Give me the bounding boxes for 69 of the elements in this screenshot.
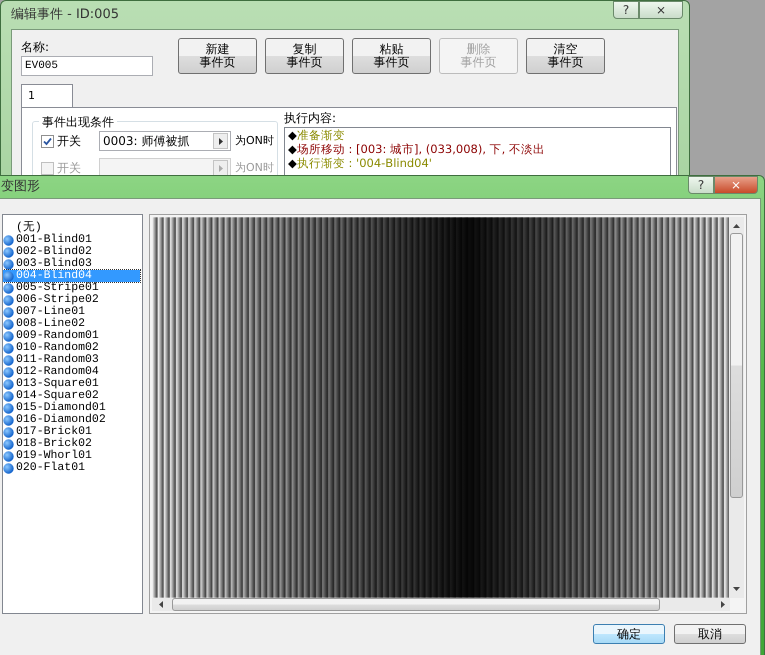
sphere-icon [3,402,14,414]
bullet-marker: ◆ [288,142,297,156]
sphere-icon [3,450,14,462]
sphere-icon [3,462,14,474]
list-item[interactable]: 016-Diamond02 [3,414,140,426]
list-item[interactable]: 014-Square02 [3,390,140,402]
sphere-icon [3,258,14,270]
sphere-icon [3,438,14,450]
list-item[interactable]: 015-Diamond01 [3,402,140,414]
sphere-icon [3,342,14,354]
sphere-icon [3,330,14,342]
scroll-thumb[interactable] [730,233,743,498]
list-item[interactable]: 005-Stripe01 [3,282,140,294]
help-button[interactable]: ? [688,176,714,194]
dialog-button[interactable]: 取消 [674,624,746,644]
command-line[interactable]: 场所移动 : [003: 城市], (033,008), 下, 不淡出 [296,142,545,156]
scroll-up-icon[interactable] [732,223,741,229]
sphere-icon [3,366,14,378]
list-item[interactable]: 002-Blind02 [3,246,140,258]
list-item[interactable]: 013-Square01 [3,378,140,390]
window-title: 编辑事件 - ID:005 [11,6,119,24]
sphere-icon [3,270,14,282]
sphere-icon [3,414,14,426]
list-item[interactable]: 007-Line01 [3,306,140,318]
list-item[interactable]: 018-Brick02 [3,438,140,450]
list-item[interactable]: 008-Line02 [3,318,140,330]
bullet-marker: ◆ [288,128,297,142]
list-item[interactable]: 001-Blind01 [3,234,140,246]
sphere-icon [3,246,14,258]
horizontal-scrollbar[interactable] [152,598,730,611]
bullet-marker: ◆ [288,156,297,170]
condition-suffix: 为ON时 [235,160,274,176]
list-item[interactable]: (无) [3,222,140,234]
condition-suffix: 为ON时 [235,132,274,149]
command-line[interactable]: 执行渐变 : '004-Blind04' [296,156,432,170]
checkbox-label: 开关 [57,133,82,150]
list-item[interactable]: 003-Blind03 [3,258,140,270]
group-title: 事件出现条件 [39,113,117,131]
dialog-button[interactable]: 确定 [593,624,665,644]
checkbox[interactable] [41,134,54,148]
scroll-left-icon[interactable] [158,600,164,609]
sphere-icon [3,390,14,402]
list-item[interactable]: 020-Flat01 [3,462,140,474]
checkbox-label: 开关 [57,160,82,177]
vertical-scrollbar[interactable] [729,217,744,598]
scroll-thumb[interactable] [172,598,660,611]
list-item[interactable]: 009-Random01 [3,330,140,342]
contents-label: 执行内容: [284,110,338,127]
list-item[interactable]: 011-Random03 [3,354,140,366]
command-line[interactable]: 准备渐变 [296,128,345,142]
list-item[interactable]: 019-Whorl01 [3,450,140,462]
window-title: 变图形 [1,178,40,196]
caret-icon[interactable] [217,136,224,146]
name-label: 名称: [21,39,50,56]
switch-dropdown[interactable]: 0003: 师傅被抓 [99,131,231,151]
sphere-icon [3,354,14,366]
scroll-right-icon[interactable] [720,600,726,609]
sphere-icon [3,294,14,306]
list-item[interactable]: 010-Random02 [3,342,140,354]
list-item[interactable]: 017-Brick01 [3,426,140,438]
sphere-icon [3,318,14,330]
scroll-down-icon[interactable] [732,586,741,592]
sphere-icon [3,426,14,438]
sphere-icon [3,234,14,246]
list-item[interactable]: 012-Random04 [3,366,140,378]
list-item[interactable]: 006-Stripe02 [3,294,140,306]
sphere-icon [3,378,14,390]
sphere-icon [3,306,14,318]
sphere-icon [3,282,14,294]
